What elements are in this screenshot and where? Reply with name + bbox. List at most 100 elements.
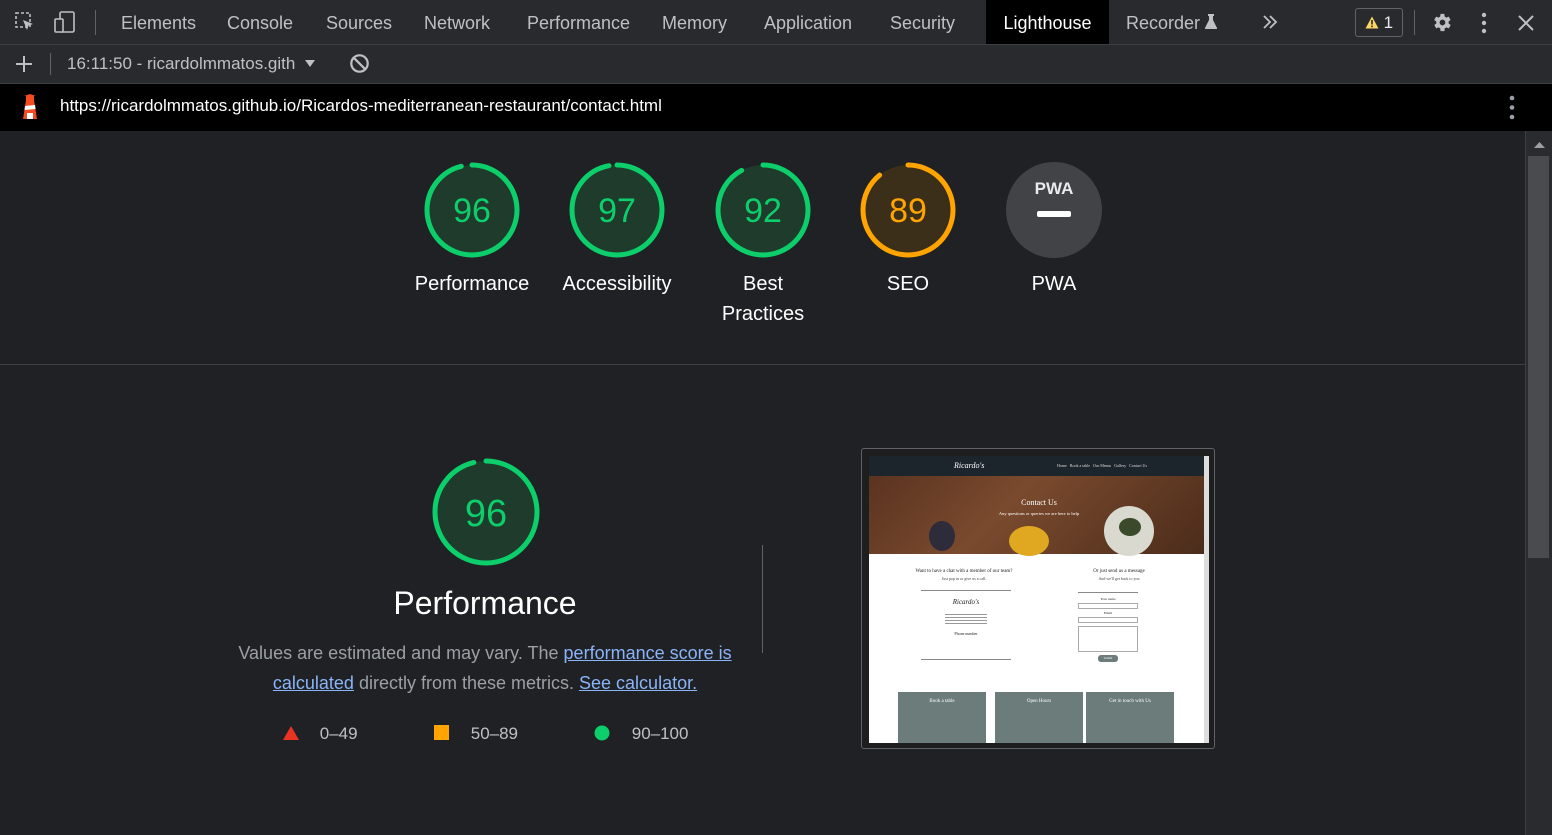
close-icon[interactable] [1517,14,1535,37]
report-select-value: 16:11:50 - ricardolmmatos.gith [67,54,296,73]
circle-icon [594,725,610,741]
flask-icon [1204,13,1218,35]
description-text: Values are estimated and may vary. The [238,643,564,663]
site-name-label: Your name [1100,597,1116,601]
lighthouse-report-bar: 16:11:50 - ricardolmmatos.gith [0,45,1552,84]
site-right-heading: Or just send us a message [1093,569,1145,574]
chevron-down-icon [305,60,316,67]
legend-range: 0–49 [319,724,358,743]
tab-memory[interactable]: Memory [662,0,727,44]
device-toolbar-icon[interactable] [53,10,77,39]
see-calculator-link[interactable]: See calculator. [579,673,697,693]
score-value: 92 [744,192,782,230]
site-rule [921,659,1011,660]
score-gauge-seo[interactable]: 89 SEO [833,161,983,299]
tab-lighthouse[interactable]: Lighthouse [986,0,1109,44]
toolbar-separator [95,10,96,35]
kebab-menu-icon[interactable] [1509,95,1515,125]
site-email-label: Email [1103,611,1113,615]
score-gauge-performance[interactable]: 96 Performance [397,161,547,299]
audited-url[interactable]: https://ricardolmmatos.github.io/Ricardo… [60,96,662,116]
performance-gauge-large[interactable]: 96 [431,457,541,572]
tab-elements[interactable]: Elements [121,0,196,44]
score-label: PWA [1031,273,1077,295]
score-gauge-best-practices[interactable]: 92 Best Practices [688,161,838,329]
legend-range: 90–100 [631,724,689,743]
performance-description: Values are estimated and may vary. The p… [235,638,735,698]
report-scrollbar[interactable] [1525,131,1552,835]
score-value: 96 [465,493,507,535]
site-card-brand: Ricardo's [952,598,980,606]
screenshot-image: Ricardo's Home Book a table Our Menus Ga… [869,456,1209,743]
site-card: Get in touch with Us [1086,692,1174,743]
site-right-subheading: And we'll get back to you [1098,576,1140,581]
site-hero-subtitle: Any questions or queries we are here to … [998,511,1080,516]
scroll-up-arrow-icon[interactable] [1526,135,1552,155]
score-gauge-pwa[interactable]: PWA PWA [979,161,1129,299]
site-email-input [1078,617,1138,623]
site-address [945,614,987,626]
site-brand: Ricardo's [954,461,985,470]
lighthouse-report: 96 Performance 97 Accessibility 92 Best … [0,131,1525,835]
triangle-icon [283,726,299,740]
tab-network[interactable]: Network [424,0,490,44]
tab-security[interactable]: Security [890,0,955,44]
pwa-badge-icon: PWA [1006,162,1102,258]
site-nav: Home Book a table Our Menus Gallery Cont… [1057,463,1147,468]
section-divider [0,364,1525,365]
score-value: 96 [453,192,491,230]
site-rule [1078,592,1138,593]
toolbar-separator [1414,10,1415,35]
final-screenshot[interactable]: Ricardo's Home Book a table Our Menus Ga… [861,448,1215,749]
score-label: Best Practices [721,273,805,325]
legend-pass: 90–100 [594,724,688,744]
block-icon[interactable] [349,53,370,79]
gear-icon[interactable] [1430,11,1453,39]
chevron-double-right-icon[interactable] [1262,12,1278,37]
site-rule [921,590,1011,591]
site-nav-item: Home [1057,463,1067,468]
plus-icon[interactable] [15,55,33,78]
tab-sources[interactable]: Sources [326,0,392,44]
gauge-ring: 96 [424,162,520,258]
section-divider [762,545,763,653]
performance-title: Performance [393,585,577,621]
site-card-title: Get in touch with Us [1109,699,1151,704]
legend-average: 50–89 [434,724,518,744]
score-label: Performance [414,273,530,295]
legend-range: 50–89 [470,724,519,743]
pwa-badge-text: PWA [1035,179,1074,198]
kebab-menu-icon[interactable] [1481,12,1487,39]
site-nav-item: Book a table [1069,463,1090,468]
site-message-input [1078,626,1138,652]
report-select[interactable]: 16:11:50 - ricardolmmatos.gith [67,54,316,74]
tab-performance[interactable]: Performance [527,0,630,44]
site-phone-label: Phone number [954,631,978,636]
site-name-input [1078,603,1138,609]
score-label: SEO [886,273,930,295]
site-nav-item: Gallery [1114,463,1127,468]
scrollbar-thumb[interactable] [1528,156,1549,558]
inspect-element-icon[interactable] [14,11,36,38]
tab-recorder[interactable]: Recorder [1126,0,1200,44]
devtools-toolbar: Elements Console Sources Network Perform… [0,0,1552,45]
score-gauge-accessibility[interactable]: 97 Accessibility [542,161,692,299]
legend-fail: 0–49 [283,724,358,744]
score-label: Accessibility [562,273,672,295]
lighthouse-logo-icon [20,94,40,126]
site-nav-item: Contact Us [1129,463,1147,468]
site-hero: Contact Us Any questions or queries we a… [869,476,1209,556]
report-url-bar: https://ricardolmmatos.github.io/Ricardo… [0,84,1552,131]
site-nav-item: Our Menus [1093,463,1112,468]
gauge-ring: 92 [715,162,811,258]
square-icon [434,725,449,740]
gauge-ring: 96 [432,458,540,566]
site-navbar: Ricardo's Home Book a table Our Menus Ga… [869,456,1209,476]
site-card-title: Open Hours [1026,699,1052,704]
tab-console[interactable]: Console [227,0,293,44]
site-submit-button: Submit [1098,655,1118,662]
warnings-badge[interactable]: 1 [1355,8,1403,37]
tab-application[interactable]: Application [764,0,852,44]
score-value: 97 [598,192,636,230]
site-hero-title: Contact Us [1021,498,1057,507]
